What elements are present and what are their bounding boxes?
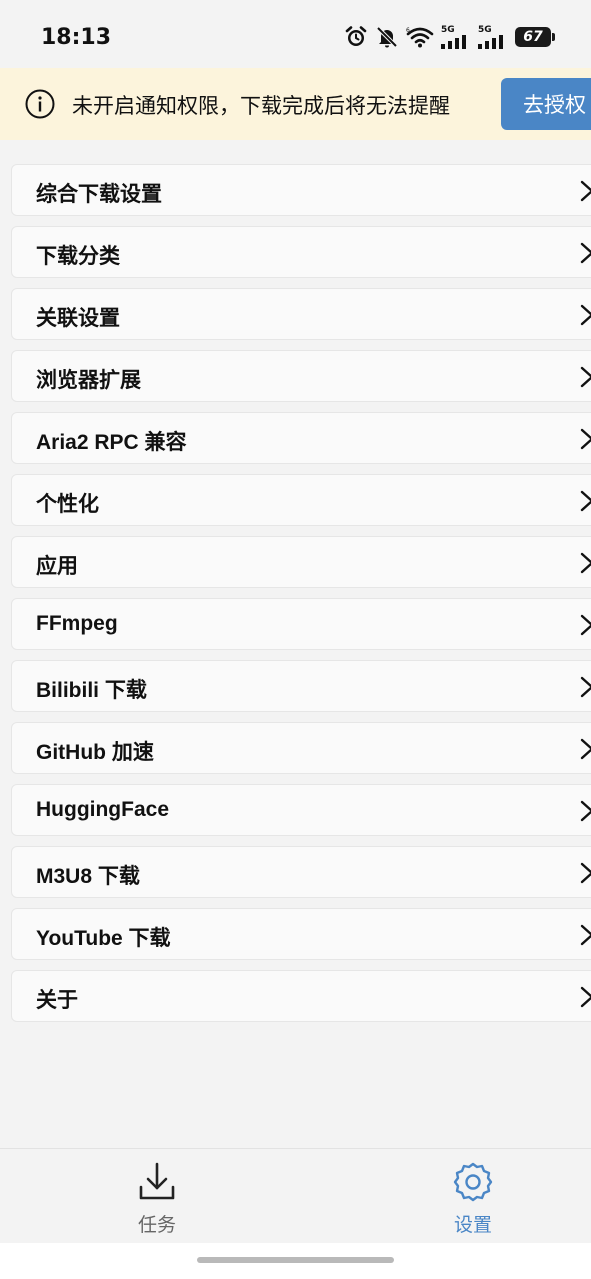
menu-item-huggingface[interactable]: HuggingFace [11, 784, 591, 836]
menu-item-label: Aria2 RPC 兼容 [36, 431, 187, 454]
menu-item-label: 关于 [36, 989, 78, 1012]
wifi-icon: 6 [406, 26, 434, 48]
menu-item-browser-extension[interactable]: 浏览器扩展 [11, 350, 591, 402]
banner-message: 未开启通知权限，下载完成后将无法提醒 [72, 95, 450, 118]
menu-item-label: 关联设置 [36, 307, 120, 330]
tab-tasks[interactable]: 任务 [97, 1149, 217, 1244]
settings-menu: 综合下载设置 下载分类 关联设置 浏览器扩展 Aria2 RPC 兼容 个性化 … [11, 164, 591, 1032]
chevron-right-icon [580, 242, 591, 269]
menu-item-label: 个性化 [36, 493, 99, 516]
network-label: 5G [478, 24, 492, 35]
menu-item-bilibili[interactable]: Bilibili 下载 [11, 660, 591, 712]
authorize-button[interactable]: 去授权 [501, 78, 591, 130]
chevron-right-icon [580, 180, 591, 207]
download-icon [137, 1161, 177, 1208]
menu-item-label: HuggingFace [36, 798, 170, 821]
tab-label: 任务 [137, 1215, 176, 1236]
menu-item-personalization[interactable]: 个性化 [11, 474, 591, 526]
menu-item-label: Bilibili 下载 [36, 679, 147, 702]
network-label: 5G [441, 24, 455, 35]
menu-item-label: 综合下载设置 [36, 183, 162, 206]
battery-level: 67 [523, 29, 543, 45]
menu-item-aria2-rpc[interactable]: Aria2 RPC 兼容 [11, 412, 591, 464]
system-home-area [0, 1243, 591, 1279]
bottom-nav: 任务 设置 [0, 1148, 591, 1243]
signal-icon: 5G [478, 24, 508, 49]
status-bar: 18:13 6 5G 5G 67 [0, 0, 591, 68]
menu-item-download-category[interactable]: 下载分类 [11, 226, 591, 278]
info-icon [24, 88, 56, 125]
home-indicator[interactable] [197, 1257, 394, 1263]
status-time: 18:13 [41, 25, 112, 50]
tab-label: 设置 [453, 1215, 492, 1236]
chevron-right-icon [580, 366, 591, 393]
battery-icon: 67 [515, 27, 555, 47]
menu-item-label: YouTube 下载 [36, 927, 171, 950]
svg-text:6: 6 [406, 27, 410, 34]
chevron-right-icon [580, 428, 591, 455]
menu-item-label: 应用 [36, 555, 78, 578]
menu-item-label: M3U8 下载 [36, 865, 140, 888]
tab-settings[interactable]: 设置 [413, 1149, 533, 1244]
menu-item-label: 下载分类 [36, 245, 120, 268]
menu-item-github-accel[interactable]: GitHub 加速 [11, 722, 591, 774]
status-icons: 6 5G 5G 67 [344, 24, 555, 50]
chevron-right-icon [580, 738, 591, 765]
signal-icon: 5G [441, 24, 471, 49]
chevron-right-icon [580, 490, 591, 517]
chevron-right-icon [580, 800, 591, 827]
menu-item-label: FFmpeg [36, 612, 118, 635]
alarm-icon [344, 25, 368, 49]
chevron-right-icon [580, 862, 591, 889]
notification-permission-banner: 未开启通知权限，下载完成后将无法提醒 去授权 [0, 68, 591, 140]
bell-off-icon [375, 25, 399, 49]
menu-item-m3u8[interactable]: M3U8 下载 [11, 846, 591, 898]
chevron-right-icon [580, 986, 591, 1013]
gear-icon [453, 1161, 493, 1208]
menu-item-label: 浏览器扩展 [36, 369, 141, 392]
menu-item-application[interactable]: 应用 [11, 536, 591, 588]
menu-item-association[interactable]: 关联设置 [11, 288, 591, 340]
chevron-right-icon [580, 924, 591, 951]
menu-item-label: GitHub 加速 [36, 741, 154, 764]
menu-item-youtube[interactable]: YouTube 下载 [11, 908, 591, 960]
menu-item-about[interactable]: 关于 [11, 970, 591, 1022]
menu-item-ffmpeg[interactable]: FFmpeg [11, 598, 591, 650]
chevron-right-icon [580, 304, 591, 331]
chevron-right-icon [580, 676, 591, 703]
chevron-right-icon [580, 614, 591, 641]
chevron-right-icon [580, 552, 591, 579]
menu-item-general-download[interactable]: 综合下载设置 [11, 164, 591, 216]
